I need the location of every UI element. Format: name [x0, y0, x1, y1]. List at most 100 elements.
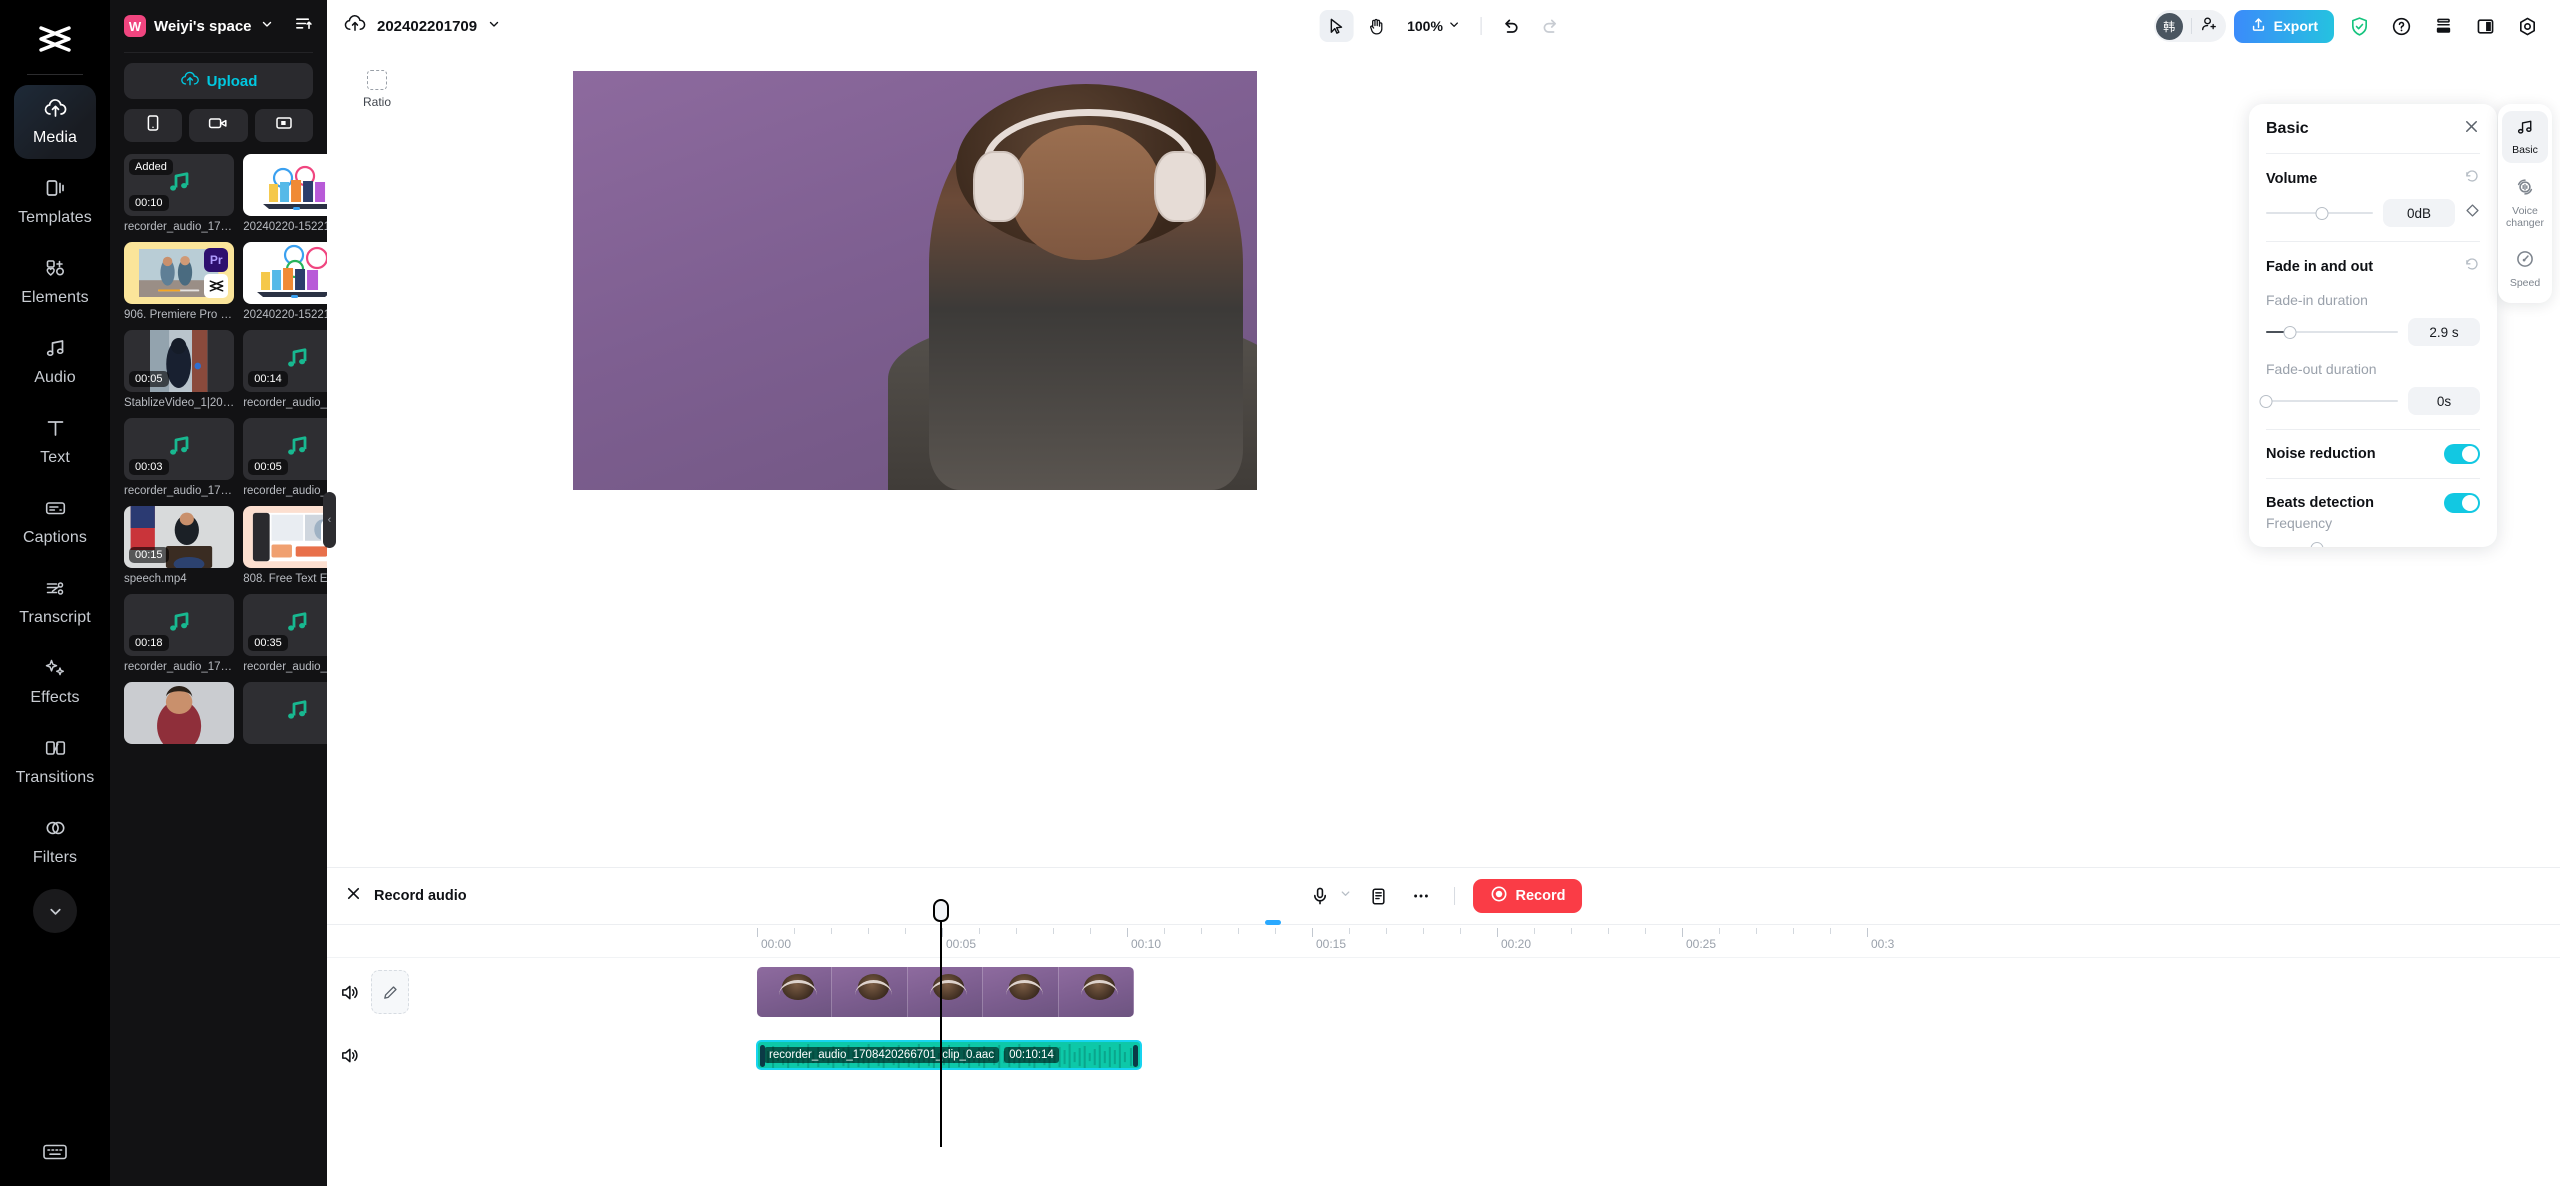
- cursor-arrow-icon[interactable]: [1319, 10, 1353, 42]
- panel-header: Basic: [2266, 118, 2480, 140]
- sidebar-item-filters[interactable]: Filters: [14, 805, 96, 879]
- media-item[interactable]: [124, 682, 234, 749]
- sidebar-item-elements[interactable]: Elements: [14, 245, 96, 319]
- chevron-down-icon[interactable]: [1339, 887, 1352, 905]
- voice-changer-icon: [2515, 177, 2535, 202]
- cloud-sync-icon[interactable]: [343, 13, 367, 39]
- export-button[interactable]: Export: [2234, 10, 2334, 43]
- media-panel: W Weiyi's space Upload: [110, 0, 327, 1186]
- reset-icon[interactable]: [2464, 256, 2480, 277]
- avatar[interactable]: 韩: [2156, 13, 2183, 40]
- sidebar-item-transcript[interactable]: Transcript: [14, 565, 96, 639]
- media-item[interactable]: 00:35 recorder_audio_17…: [243, 594, 327, 673]
- music-note-icon: [283, 434, 311, 465]
- layers-icon[interactable]: [2426, 10, 2460, 42]
- video-media-button[interactable]: [189, 109, 247, 142]
- split-layout-icon[interactable]: [2468, 10, 2502, 42]
- playhead-handle[interactable]: [933, 899, 949, 922]
- tab-basic[interactable]: Basic: [2502, 111, 2548, 163]
- gear-icon[interactable]: [2510, 10, 2544, 42]
- audio-clip[interactable]: recorder_audio_1708420266701_clip_0.aac …: [756, 1040, 1142, 1070]
- hand-icon[interactable]: [1359, 10, 1393, 42]
- clip-frame: [832, 967, 907, 1017]
- chevron-left-icon[interactable]: ‹: [323, 492, 336, 548]
- media-item[interactable]: Added 00:10 recorder_audio_17…: [124, 154, 234, 233]
- script-icon[interactable]: [1364, 881, 1394, 911]
- sidebar-item-text[interactable]: Text: [14, 405, 96, 479]
- media-item[interactable]: 808. Free Text Edit…: [243, 506, 327, 585]
- upload-button[interactable]: Upload: [124, 63, 313, 99]
- speaker-icon[interactable]: [327, 1045, 371, 1066]
- sort-ascending-icon[interactable]: [294, 14, 313, 38]
- ratio-button[interactable]: Ratio: [349, 61, 405, 117]
- record-label: Record: [1516, 888, 1566, 904]
- capcut-logo-icon[interactable]: [0, 8, 110, 70]
- microphone-icon[interactable]: [1305, 881, 1335, 911]
- video-clip[interactable]: [757, 967, 1134, 1017]
- video-preview[interactable]: [573, 71, 1257, 490]
- export-label: Export: [2274, 18, 2318, 34]
- media-name: recorder_audio_17…: [243, 661, 327, 673]
- media-item[interactable]: 20240220-152215.…: [243, 154, 327, 233]
- media-item[interactable]: 00:05 recorder_audio_17…: [243, 418, 327, 497]
- sidebar-item-media[interactable]: Media: [14, 85, 96, 159]
- media-thumbnail: Added 00:10: [124, 154, 234, 216]
- clip-handle-left[interactable]: [760, 1045, 765, 1067]
- media-thumbnail: [243, 506, 327, 568]
- more-horizontal-icon[interactable]: [1406, 881, 1436, 911]
- volume-value[interactable]: 0dB: [2383, 199, 2455, 227]
- frequency-label: Frequency: [2266, 515, 2480, 531]
- media-item[interactable]: 00:05 StablizeVideo_1|20…: [124, 330, 234, 409]
- zoom-level-selector[interactable]: 100%: [1399, 18, 1469, 34]
- sidebar-item-transitions[interactable]: Transitions: [14, 725, 96, 799]
- sidebar-item-effects[interactable]: Effects: [14, 645, 96, 719]
- shield-check-icon[interactable]: [2342, 10, 2376, 42]
- noise-reduction-toggle[interactable]: [2444, 444, 2480, 464]
- undo-icon[interactable]: [1494, 10, 1528, 42]
- pencil-icon[interactable]: [371, 970, 409, 1014]
- media-item[interactable]: 00:03 recorder_audio_17…: [124, 418, 234, 497]
- media-item[interactable]: 00:14 recorder_audio_17…: [243, 330, 327, 409]
- close-icon[interactable]: [2463, 118, 2480, 140]
- music-note-icon: [283, 698, 311, 729]
- media-item[interactable]: 00:18 recorder_audio_17…: [124, 594, 234, 673]
- beats-detection-toggle[interactable]: [2444, 493, 2480, 513]
- redo-icon[interactable]: [1534, 10, 1568, 42]
- reset-icon[interactable]: [2464, 168, 2480, 189]
- fade-out-label: Fade-out duration: [2266, 361, 2480, 377]
- record-button[interactable]: Record: [1473, 879, 1583, 913]
- sidebar-item-audio[interactable]: Audio: [14, 325, 96, 399]
- media-item[interactable]: Pr 906. Premiere Pro …: [124, 242, 234, 321]
- playhead[interactable]: [940, 917, 942, 1147]
- fade-out-value[interactable]: 0s: [2408, 387, 2480, 415]
- tab-speed[interactable]: Speed: [2502, 242, 2548, 296]
- speaker-icon[interactable]: [327, 982, 371, 1003]
- keyframe-diamond-icon[interactable]: [2465, 203, 2480, 223]
- volume-slider[interactable]: [2266, 206, 2373, 220]
- chevron-down-icon[interactable]: [33, 889, 77, 933]
- question-circle-icon[interactable]: [2384, 10, 2418, 42]
- timeline-ruler[interactable]: 00:00 00:05 00:10 00:15 00:20: [327, 924, 2560, 958]
- sidebar-item-captions[interactable]: Captions: [14, 485, 96, 559]
- media-item[interactable]: 00:15 speech.mp4: [124, 506, 234, 585]
- sidebar-item-templates[interactable]: Templates: [14, 165, 96, 239]
- keyboard-icon[interactable]: [42, 1141, 68, 1166]
- fade-out-slider[interactable]: [2266, 394, 2398, 408]
- chevron-down-icon[interactable]: [487, 17, 501, 36]
- fade-in-slider[interactable]: [2266, 325, 2398, 339]
- media-item[interactable]: 20240220-152215.…: [243, 242, 327, 321]
- tab-voice-changer[interactable]: Voice changer: [2502, 170, 2548, 236]
- fade-in-value[interactable]: 2.9 s: [2408, 318, 2480, 346]
- mobile-media-button[interactable]: [124, 109, 182, 142]
- timeline-tracks: recorder_audio_1708420266701_clip_0.aac …: [327, 958, 2560, 1083]
- screen-media-button[interactable]: [255, 109, 313, 142]
- chevron-down-icon[interactable]: [260, 17, 274, 36]
- clip-handle-right[interactable]: [1133, 1045, 1138, 1067]
- close-icon[interactable]: [345, 885, 362, 907]
- add-user-icon[interactable]: [2200, 15, 2218, 38]
- workspace-name: Weiyi's space: [154, 18, 252, 35]
- ruler-mark: 00:3: [1871, 937, 1894, 951]
- frequency-slider[interactable]: [2266, 541, 2480, 547]
- duration-badge: 00:05: [248, 459, 288, 475]
- media-item[interactable]: [243, 682, 327, 749]
